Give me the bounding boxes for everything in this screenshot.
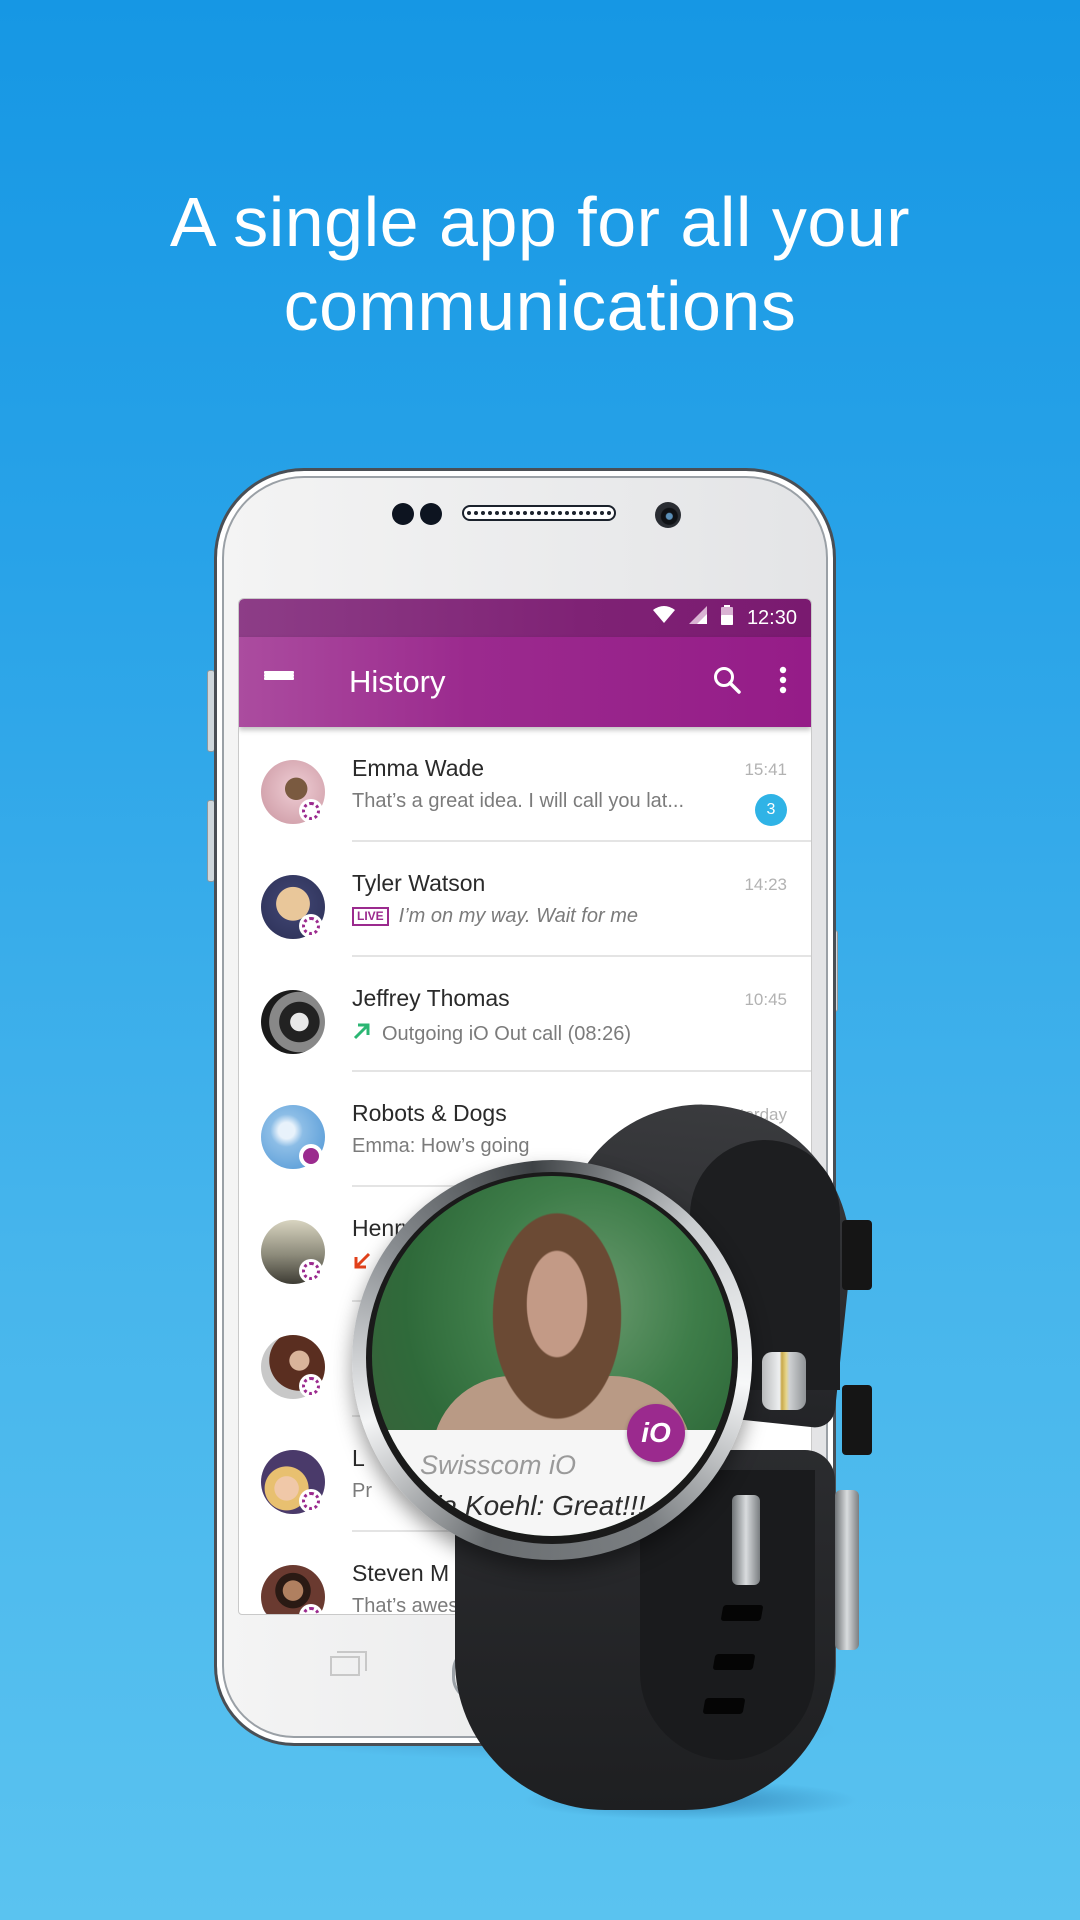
io-icon bbox=[299, 914, 323, 938]
group-icon bbox=[299, 1144, 323, 1168]
timestamp: 10:45 bbox=[744, 990, 787, 1009]
outgoing-call-arrow-icon bbox=[352, 1020, 372, 1048]
message-preview: Emma: How’s going bbox=[352, 1135, 529, 1158]
io-icon bbox=[299, 799, 323, 823]
notification-app-name: Swisscom iO bbox=[420, 1450, 577, 1480]
watch-strap-hole bbox=[720, 1605, 764, 1621]
io-app-icon: iO bbox=[627, 1404, 685, 1462]
preview-text: That’s a great idea. I will call you lat… bbox=[352, 790, 685, 812]
message-preview: That’s a great idea. I will call you lat… bbox=[352, 790, 684, 813]
notification-message: Mia Koehl: Great!!! bbox=[412, 1490, 646, 1521]
status-time: 12:30 bbox=[746, 606, 797, 629]
menu-button[interactable] bbox=[239, 637, 319, 727]
contact-name: Steven M bbox=[352, 1560, 450, 1586]
timestamp: 14:23 bbox=[744, 875, 787, 894]
contact-name: Tyler Watson bbox=[352, 870, 486, 896]
list-item[interactable]: Emma Wade 15:41 That’s a great idea. I w… bbox=[239, 727, 811, 842]
contact-name: Robots & Dogs bbox=[352, 1100, 507, 1126]
recent-apps-icon[interactable] bbox=[330, 1651, 367, 1676]
front-camera-icon bbox=[655, 502, 681, 528]
app-bar: History bbox=[239, 637, 811, 727]
message-preview: Pr bbox=[352, 1480, 372, 1503]
watch-face: Swisscom iO Mia Koehl: Great!!! bbox=[372, 1176, 732, 1536]
missed-call-arrow-icon bbox=[352, 1250, 372, 1278]
io-icon bbox=[299, 1374, 323, 1398]
page-title: History bbox=[349, 664, 446, 699]
hamburger-icon bbox=[264, 671, 294, 693]
contact-name: Emma Wade bbox=[352, 755, 485, 781]
signal-icon bbox=[688, 606, 707, 630]
notification-photo-person bbox=[482, 1196, 632, 1436]
preview-text: That’s awes bbox=[352, 1595, 459, 1615]
headline: A single app for all your communications bbox=[0, 180, 1080, 348]
watch-lug bbox=[732, 1495, 760, 1585]
watch-strap-hole bbox=[712, 1654, 756, 1670]
avatar bbox=[261, 990, 325, 1054]
wifi-icon bbox=[652, 606, 675, 630]
status-bar: 12:30 bbox=[239, 599, 811, 637]
message-preview: Outgoing iO Out call (08:26) bbox=[352, 1020, 631, 1048]
message-preview: LIVE I’m on my way. Wait for me bbox=[352, 905, 638, 928]
watch-crown-button[interactable] bbox=[762, 1352, 806, 1410]
headline-line-2: communications bbox=[283, 267, 797, 345]
preview-text: Emma: How’s going bbox=[352, 1135, 530, 1157]
preview-text: Pr bbox=[352, 1480, 372, 1502]
watch-strap-keeper bbox=[842, 1385, 872, 1455]
headline-line-1: A single app for all your bbox=[169, 183, 911, 261]
message-preview: That’s awes bbox=[352, 1595, 459, 1615]
timestamp: 15:41 bbox=[744, 760, 787, 779]
preview-text: Outgoing iO Out call (08:26) bbox=[382, 1022, 632, 1045]
phone-sensor-icon bbox=[392, 503, 414, 525]
watch-strap-keeper bbox=[842, 1220, 872, 1290]
more-options-button[interactable] bbox=[755, 637, 811, 727]
io-icon bbox=[299, 1489, 323, 1513]
battery-icon bbox=[720, 605, 733, 631]
contact-name: L bbox=[352, 1445, 365, 1471]
phone-speaker bbox=[462, 505, 616, 521]
watch-strap-hole bbox=[702, 1698, 746, 1714]
phone-sensor-icon bbox=[420, 503, 442, 525]
search-icon bbox=[712, 665, 742, 700]
live-tag: LIVE bbox=[352, 907, 389, 926]
contact-name: Jeffrey Thomas bbox=[352, 985, 510, 1011]
list-item[interactable]: Jeffrey Thomas 10:45 Outgoing iO Out cal… bbox=[239, 957, 811, 1072]
io-icon bbox=[299, 1259, 323, 1283]
preview-text: I’m on my way. Wait for me bbox=[398, 905, 638, 927]
more-vertical-icon bbox=[779, 666, 787, 699]
unread-count-badge: 3 bbox=[755, 794, 787, 826]
watch-lug bbox=[835, 1490, 859, 1650]
list-item[interactable]: Tyler Watson 14:23 LIVE I’m on my way. W… bbox=[239, 842, 811, 957]
search-button[interactable] bbox=[699, 637, 755, 727]
